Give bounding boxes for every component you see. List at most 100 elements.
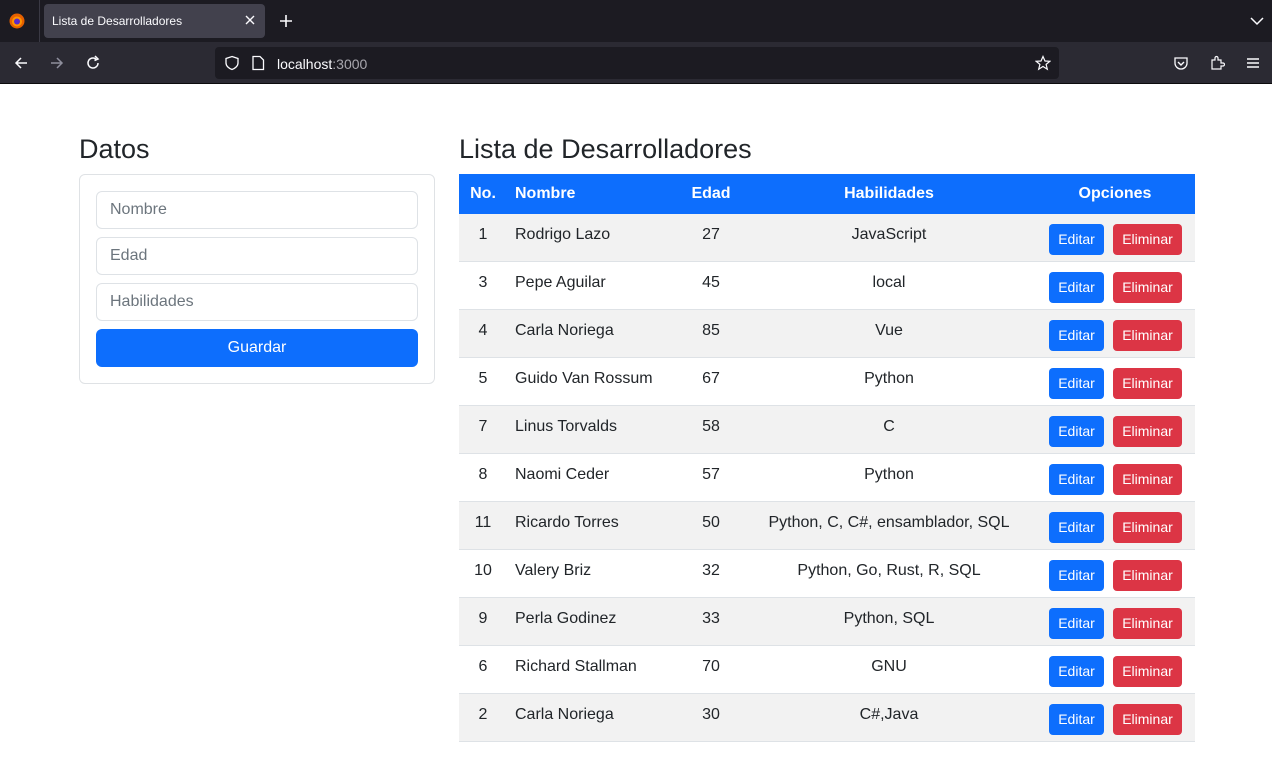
new-tab-icon[interactable] (279, 14, 293, 28)
cell-nombre: Valery Briz (515, 562, 592, 579)
cell-no: 2 (478, 706, 488, 723)
edit-button[interactable]: Editar (1049, 416, 1104, 447)
table-row: 8 Naomi Ceder 57 Python Editar Eliminar (459, 454, 1195, 502)
edit-button[interactable]: Editar (1049, 272, 1104, 303)
table-row: 2 Carla Noriega 30 C#,Java Editar Eliminar (459, 694, 1195, 742)
table-row: 10 Valery Briz 32 Python, Go, Rust, R, SQL E… (459, 550, 1195, 598)
column-header-habilidades: Habilidades (844, 185, 934, 202)
edit-button[interactable]: Editar (1049, 608, 1104, 639)
cell-edad: 50 (702, 514, 720, 531)
cell-no: 1 (478, 226, 488, 243)
shield-icon[interactable] (224, 55, 240, 71)
delete-button[interactable]: Eliminar (1113, 512, 1182, 543)
delete-button[interactable]: Eliminar (1113, 560, 1182, 591)
cell-no: 4 (478, 322, 488, 339)
column-header-nombre: Nombre (515, 185, 576, 202)
cell-habilidades: Python, SQL (843, 610, 935, 627)
edit-button[interactable]: Editar (1049, 560, 1104, 591)
cell-no: 11 (474, 514, 492, 531)
url-text[interactable]: localhost:3000 (277, 56, 367, 72)
cell-edad: 33 (702, 610, 720, 627)
cell-habilidades: Python, Go, Rust, R, SQL (797, 562, 981, 579)
back-icon[interactable] (13, 55, 29, 71)
cell-no: 7 (478, 418, 488, 435)
cell-habilidades: C#,Java (859, 706, 919, 723)
cell-habilidades: Vue (875, 322, 903, 339)
cell-no: 9 (478, 610, 488, 627)
edit-button[interactable]: Editar (1049, 704, 1104, 735)
delete-button[interactable]: Eliminar (1113, 464, 1182, 495)
cell-no: 8 (478, 466, 488, 483)
cell-edad: 32 (702, 562, 720, 579)
delete-button[interactable]: Eliminar (1113, 272, 1182, 303)
cell-nombre: Naomi Ceder (515, 466, 610, 483)
edit-button[interactable]: Editar (1049, 464, 1104, 495)
reload-icon[interactable] (85, 55, 101, 71)
cell-edad: 67 (702, 370, 720, 387)
cell-edad: 57 (702, 466, 720, 483)
edit-button[interactable]: Editar (1049, 224, 1104, 255)
developers-table: No. Nombre Edad Habilidades Opciones 1 Ro… (459, 174, 1195, 742)
url-bar[interactable]: localhost:3000 (215, 47, 1059, 79)
cell-habilidades: Python (864, 370, 914, 387)
cell-edad: 27 (702, 226, 720, 243)
delete-button[interactable]: Eliminar (1113, 320, 1182, 351)
cell-nombre: Rodrigo Lazo (515, 226, 611, 243)
pocket-icon[interactable] (1173, 55, 1189, 71)
table-row: 9 Perla Godinez 33 Python, SQL Editar Elimina… (459, 598, 1195, 646)
browser-tab[interactable]: Lista de Desarrolladores (44, 4, 265, 38)
table-header: No. Nombre Edad Habilidades Opciones (459, 174, 1195, 214)
cell-nombre: Linus Torvalds (515, 418, 617, 435)
delete-button[interactable]: Eliminar (1113, 368, 1182, 399)
cell-no: 6 (478, 658, 488, 675)
edit-button[interactable]: Editar (1049, 656, 1104, 687)
cell-no: 3 (478, 274, 488, 291)
close-icon[interactable] (243, 13, 257, 27)
cell-nombre: Richard Stallman (515, 658, 637, 675)
column-header-no: No. (470, 185, 496, 202)
table-row: 11 Ricardo Torres 50 Python, C, C#, ensambl… (459, 502, 1195, 550)
page-icon[interactable] (251, 55, 265, 71)
table-row: 5 Guido Van Rossum 67 Python Editar Eliminar (459, 358, 1195, 406)
nombre-input[interactable]: Nombre (96, 191, 418, 229)
extensions-icon[interactable] (1209, 55, 1225, 71)
cell-no: 5 (478, 370, 488, 387)
menu-icon[interactable] (1245, 55, 1261, 71)
table-row: 7 Linus Torvalds 58 C Editar Eliminar (459, 406, 1195, 454)
tab-title: Lista de Desarrolladores (52, 14, 183, 28)
firefox-icon (9, 13, 25, 29)
cell-habilidades: JavaScript (851, 226, 927, 243)
cell-nombre: Guido Van Rossum (515, 370, 653, 387)
nombre-placeholder: Nombre (110, 201, 167, 218)
table-row: 4 Carla Noriega 85 Vue Editar Eliminar (459, 310, 1195, 358)
delete-button[interactable]: Eliminar (1113, 608, 1182, 639)
delete-button[interactable]: Eliminar (1113, 416, 1182, 447)
star-icon[interactable] (1035, 55, 1051, 71)
edit-button[interactable]: Editar (1049, 512, 1104, 543)
delete-button[interactable]: Eliminar (1113, 656, 1182, 687)
table-row: 1 Rodrigo Lazo 27 JavaScript Editar Eliminar (459, 214, 1195, 262)
cell-no: 10 (474, 562, 492, 579)
cell-nombre: Ricardo Torres (515, 514, 619, 531)
edad-input[interactable]: Edad (96, 237, 418, 275)
cell-edad: 58 (702, 418, 720, 435)
list-heading: Lista de Desarrolladores (459, 134, 752, 164)
delete-button[interactable]: Eliminar (1113, 704, 1182, 735)
cell-nombre: Carla Noriega (515, 706, 614, 723)
cell-nombre: Perla Godinez (515, 610, 617, 627)
edit-button[interactable]: Editar (1049, 320, 1104, 351)
edit-button[interactable]: Editar (1049, 368, 1104, 399)
cell-habilidades: C (883, 418, 895, 435)
habilidades-input[interactable]: Habilidades (96, 283, 418, 321)
form-heading: Datos (79, 134, 150, 164)
cell-edad: 85 (702, 322, 720, 339)
habilidades-placeholder: Habilidades (110, 293, 194, 310)
chevron-down-icon[interactable] (1250, 16, 1264, 26)
forward-icon[interactable] (49, 55, 65, 71)
browser-tab-bar: Lista de Desarrolladores (0, 0, 1272, 42)
cell-habilidades: Python, C, C#, ensamblador, SQL (768, 514, 1010, 531)
save-button[interactable]: Guardar (96, 329, 418, 367)
delete-button[interactable]: Eliminar (1113, 224, 1182, 255)
table-body: 1 Rodrigo Lazo 27 JavaScript Editar Eliminar 3… (459, 214, 1195, 742)
browser-nav-bar: localhost:3000 (0, 42, 1272, 84)
